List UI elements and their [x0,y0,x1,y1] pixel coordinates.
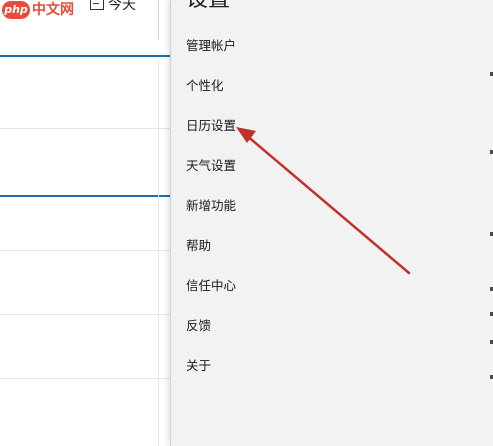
calendar-app-window: php 中文网 今天 设置 管理帐户 个性化 日历设置 天气设置 新增功能 帮助… [0,0,493,446]
grid-line [0,378,170,379]
php-cn-watermark: php 中文网 [2,0,74,20]
grid-line [0,250,170,251]
watermark-text: 中文网 [32,2,74,18]
settings-menu: 管理帐户 个性化 日历设置 天气设置 新增功能 帮助 信任中心 反馈 关于 [186,34,236,394]
settings-title: 设置 [186,0,230,14]
php-logo-icon: php [2,1,30,19]
column-separator [158,60,159,446]
settings-item-help[interactable]: 帮助 [186,234,236,274]
today-button-label: 今天 [108,0,136,13]
settings-item-trust-center[interactable]: 信任中心 [186,274,236,314]
settings-flyout: 设置 管理帐户 个性化 日历设置 天气设置 新增功能 帮助 信任中心 反馈 关于 [170,0,491,446]
toolbar-divider [158,0,159,40]
today-button[interactable]: 今天 [90,0,136,15]
settings-item-about[interactable]: 关于 [186,354,236,394]
settings-item-calendar-settings[interactable]: 日历设置 [186,114,236,154]
calendar-toolbar: php 中文网 今天 [0,0,170,56]
grid-line [0,314,170,315]
settings-item-personalization[interactable]: 个性化 [186,74,236,114]
settings-item-feedback[interactable]: 反馈 [186,314,236,354]
settings-item-manage-accounts[interactable]: 管理帐户 [186,34,236,74]
grid-line [0,128,170,129]
settings-item-whats-new[interactable]: 新增功能 [186,194,236,234]
settings-item-weather-settings[interactable]: 天气设置 [186,154,236,194]
header-accent-line [0,55,170,57]
calendar-today-icon [90,0,104,10]
calendar-background-pane: php 中文网 今天 [0,0,170,446]
date-accent-line [0,195,170,197]
